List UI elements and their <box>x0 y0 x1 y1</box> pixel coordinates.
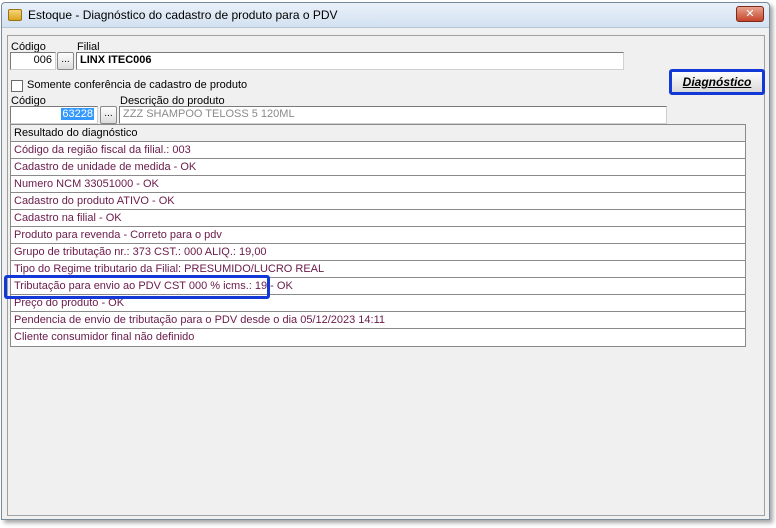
result-row[interactable]: Produto para revenda - Correto para o pd… <box>11 227 745 244</box>
result-row[interactable]: Numero NCM 33051000 - OK <box>11 176 745 193</box>
somente-conferencia-label: Somente conferência de cadastro de produ… <box>27 79 248 91</box>
result-row[interactable]: Código da região fiscal da filial.: 003 <box>11 142 745 159</box>
result-row[interactable]: Cadastro do produto ATIVO - OK <box>11 193 745 210</box>
codigo-produto-input[interactable]: 63228 <box>10 106 98 124</box>
codigo-filial-input[interactable]: 006 <box>10 52 56 70</box>
result-row[interactable]: Tipo do Regime tributario da Filial: PRE… <box>11 261 745 278</box>
result-row[interactable]: Cadastro de unidade de medida - OK <box>11 159 745 176</box>
main-panel: Código Filial 006 ... LINX ITEC006 Somen… <box>7 35 765 516</box>
result-row[interactable]: Preço do produto - OK <box>11 295 745 312</box>
somente-conferencia-checkbox[interactable] <box>11 80 23 92</box>
result-row[interactable]: Tributação para envio ao PDV CST 000 % i… <box>11 278 745 295</box>
close-button[interactable]: ✕ <box>736 6 764 22</box>
diagnostic-results-grid[interactable]: Resultado do diagnóstico Código da regiã… <box>10 124 746 347</box>
window-title: Estoque - Diagnóstico do cadastro de pro… <box>28 8 338 22</box>
result-row[interactable]: Cliente consumidor final não definido <box>11 329 745 346</box>
result-row[interactable]: Pendencia de envio de tributação para o … <box>11 312 745 329</box>
window: Estoque - Diagnóstico do cadastro de pro… <box>1 2 770 520</box>
diagnostico-button[interactable]: Diagnóstico <box>669 69 765 95</box>
codigo-produto-value: 63228 <box>61 108 94 120</box>
result-row[interactable]: Grupo de tributação nr.: 373 CST.: 000 A… <box>11 244 745 261</box>
filial-lookup-button[interactable]: ... <box>57 52 74 70</box>
filial-name-field[interactable]: LINX ITEC006 <box>76 52 624 70</box>
result-row[interactable]: Cadastro na filial - OK <box>11 210 745 227</box>
results-header: Resultado do diagnóstico <box>11 125 745 142</box>
app-icon <box>8 9 22 21</box>
descricao-produto-field: ZZZ SHAMPOO TELOSS 5 120ML <box>119 106 667 124</box>
title-bar[interactable]: Estoque - Diagnóstico do cadastro de pro… <box>2 3 769 28</box>
produto-lookup-button[interactable]: ... <box>100 106 117 124</box>
